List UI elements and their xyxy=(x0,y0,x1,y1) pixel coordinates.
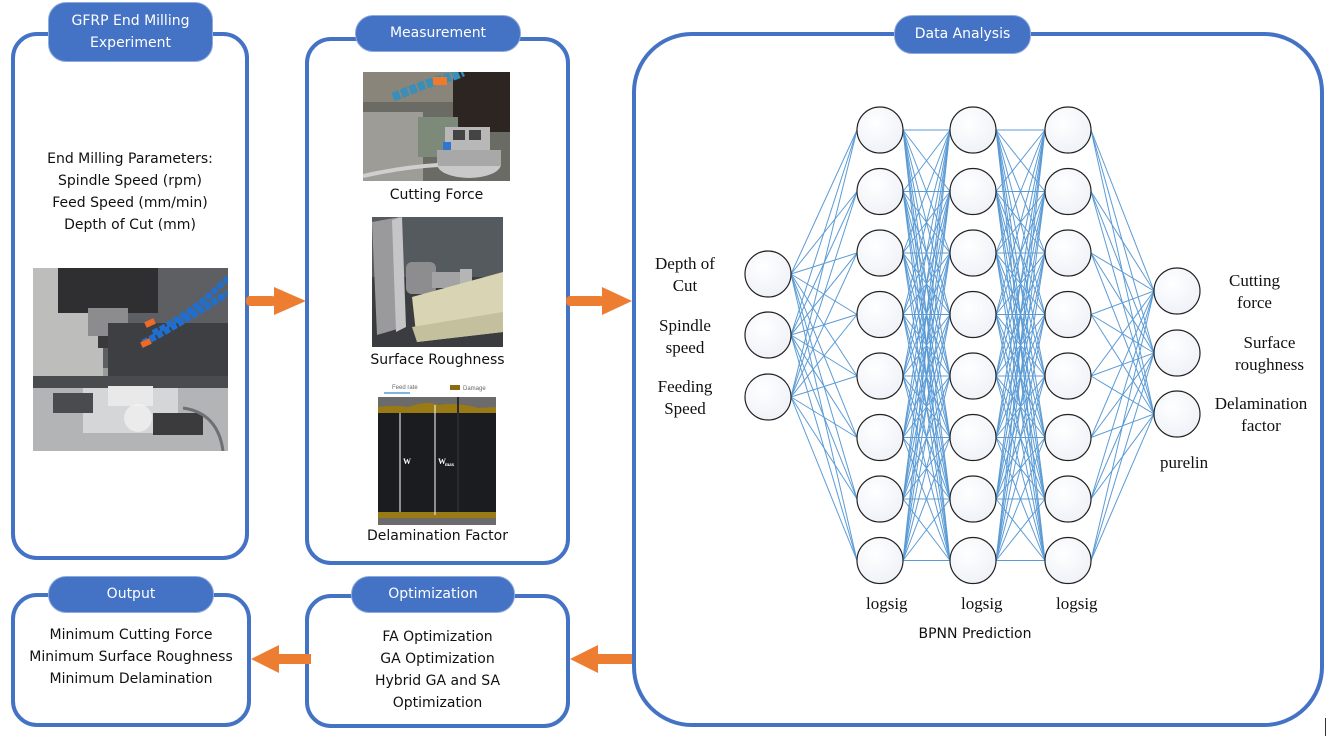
hidden-node-layer-3 xyxy=(1044,536,1092,585)
input-label-feeding-speed: Feeding Speed xyxy=(640,376,730,420)
hidden-node-layer-2 xyxy=(949,352,997,400)
hidden-activation-2: logsig xyxy=(961,594,1003,613)
network-connection xyxy=(1090,290,1155,438)
hidden-node-layer-2 xyxy=(949,229,997,277)
network-connection xyxy=(790,191,858,398)
arrow-right-icon xyxy=(246,287,306,315)
arrow-left-icon xyxy=(251,645,311,673)
output-node xyxy=(1153,390,1201,438)
input-label-line: Speed xyxy=(664,399,706,418)
hidden-node-layer-2 xyxy=(949,167,997,216)
cursor-caret xyxy=(1325,718,1326,736)
output-node xyxy=(1153,329,1201,377)
output-result-cutting-force: Minimum Cutting Force xyxy=(49,627,213,643)
optimization-method-fa: FA Optimization xyxy=(382,629,493,645)
hidden-node-layer-2 xyxy=(949,106,997,154)
hidden-node-layer-1 xyxy=(856,290,904,339)
input-label-spindle-speed: Spindle speed xyxy=(640,315,730,359)
arrow-left-icon xyxy=(570,645,632,673)
hidden-node-layer-2 xyxy=(949,413,997,462)
hidden-node-layer-2 xyxy=(949,475,997,523)
output-label-line: Surface xyxy=(1243,333,1296,352)
network-connection xyxy=(1090,252,1155,292)
optimization-method-hybrid: Hybrid GA and SA xyxy=(374,673,501,689)
hidden-node-layer-1 xyxy=(856,167,904,216)
output-result-surface-roughness: Minimum Surface Roughness xyxy=(29,649,233,665)
network-nodes xyxy=(744,106,1201,585)
network-connection xyxy=(1090,352,1155,561)
output-label-line: roughness xyxy=(1235,355,1304,374)
hidden-node-layer-2 xyxy=(949,536,997,585)
network-connection xyxy=(1090,129,1155,292)
hidden-node-layer-1 xyxy=(856,413,904,462)
output-label-line: Cutting xyxy=(1228,271,1280,290)
network-connection xyxy=(1090,290,1155,500)
input-label-line: speed xyxy=(665,338,705,357)
hidden-node-layer-3 xyxy=(1044,475,1092,523)
hidden-node-layer-3 xyxy=(1044,106,1092,154)
output-label-surface-roughness: Surface roughness xyxy=(1222,332,1317,376)
input-node xyxy=(744,311,792,359)
network-connection xyxy=(1090,290,1155,561)
optimization-method-ga: GA Optimization xyxy=(380,651,495,667)
hidden-node-layer-3 xyxy=(1044,229,1092,277)
input-node xyxy=(744,373,792,421)
arrow-right-icon xyxy=(566,287,632,315)
output-results-text: Minimum Cutting Force Minimum Surface Ro… xyxy=(11,624,251,690)
input-label-line: Feeding xyxy=(657,377,713,396)
output-label-line: factor xyxy=(1241,416,1281,435)
hidden-node-layer-1 xyxy=(856,106,904,154)
network-connection xyxy=(790,129,858,336)
bpnn-prediction-caption: BPNN Prediction xyxy=(918,626,1032,642)
network-connection xyxy=(1090,413,1155,561)
network-connection xyxy=(790,396,858,438)
input-label-line: Depth of xyxy=(655,254,715,273)
hidden-activation-1: logsig xyxy=(866,594,908,613)
optimization-methods-text: FA Optimization GA Optimization Hybrid G… xyxy=(305,626,570,714)
output-label-delamination-factor: Delamination factor xyxy=(1208,393,1314,437)
output-title-tag: Output xyxy=(48,576,214,613)
output-label-line: force xyxy=(1237,293,1272,312)
network-connection xyxy=(790,129,858,275)
hidden-node-layer-3 xyxy=(1044,352,1092,400)
output-label-cutting-force: Cutting force xyxy=(1212,270,1297,314)
network-connection xyxy=(790,252,858,398)
hidden-node-layer-3 xyxy=(1044,290,1092,339)
optimization-method-hybrid-cont: Optimization xyxy=(392,695,483,711)
output-activation: purelin xyxy=(1160,453,1209,472)
output-label-line: Delamination xyxy=(1214,394,1308,413)
input-node xyxy=(744,250,792,298)
hidden-node-layer-2 xyxy=(949,290,997,339)
hidden-node-layer-1 xyxy=(856,352,904,400)
input-label-line: Spindle xyxy=(659,316,711,335)
hidden-node-layer-1 xyxy=(856,536,904,585)
output-result-delamination: Minimum Delamination xyxy=(49,671,213,687)
input-label-line: Cut xyxy=(672,276,698,295)
network-connection xyxy=(790,375,858,398)
optimization-title-tag: Optimization xyxy=(351,576,515,613)
network-connection xyxy=(1090,290,1155,315)
hidden-node-layer-3 xyxy=(1044,167,1092,216)
hidden-node-layer-1 xyxy=(856,475,904,523)
output-node xyxy=(1153,267,1201,315)
hidden-activation-3: logsig xyxy=(1056,594,1098,613)
input-label-depth-of-cut: Depth of Cut xyxy=(640,253,730,297)
hidden-node-layer-1 xyxy=(856,229,904,277)
hidden-node-layer-3 xyxy=(1044,413,1092,462)
